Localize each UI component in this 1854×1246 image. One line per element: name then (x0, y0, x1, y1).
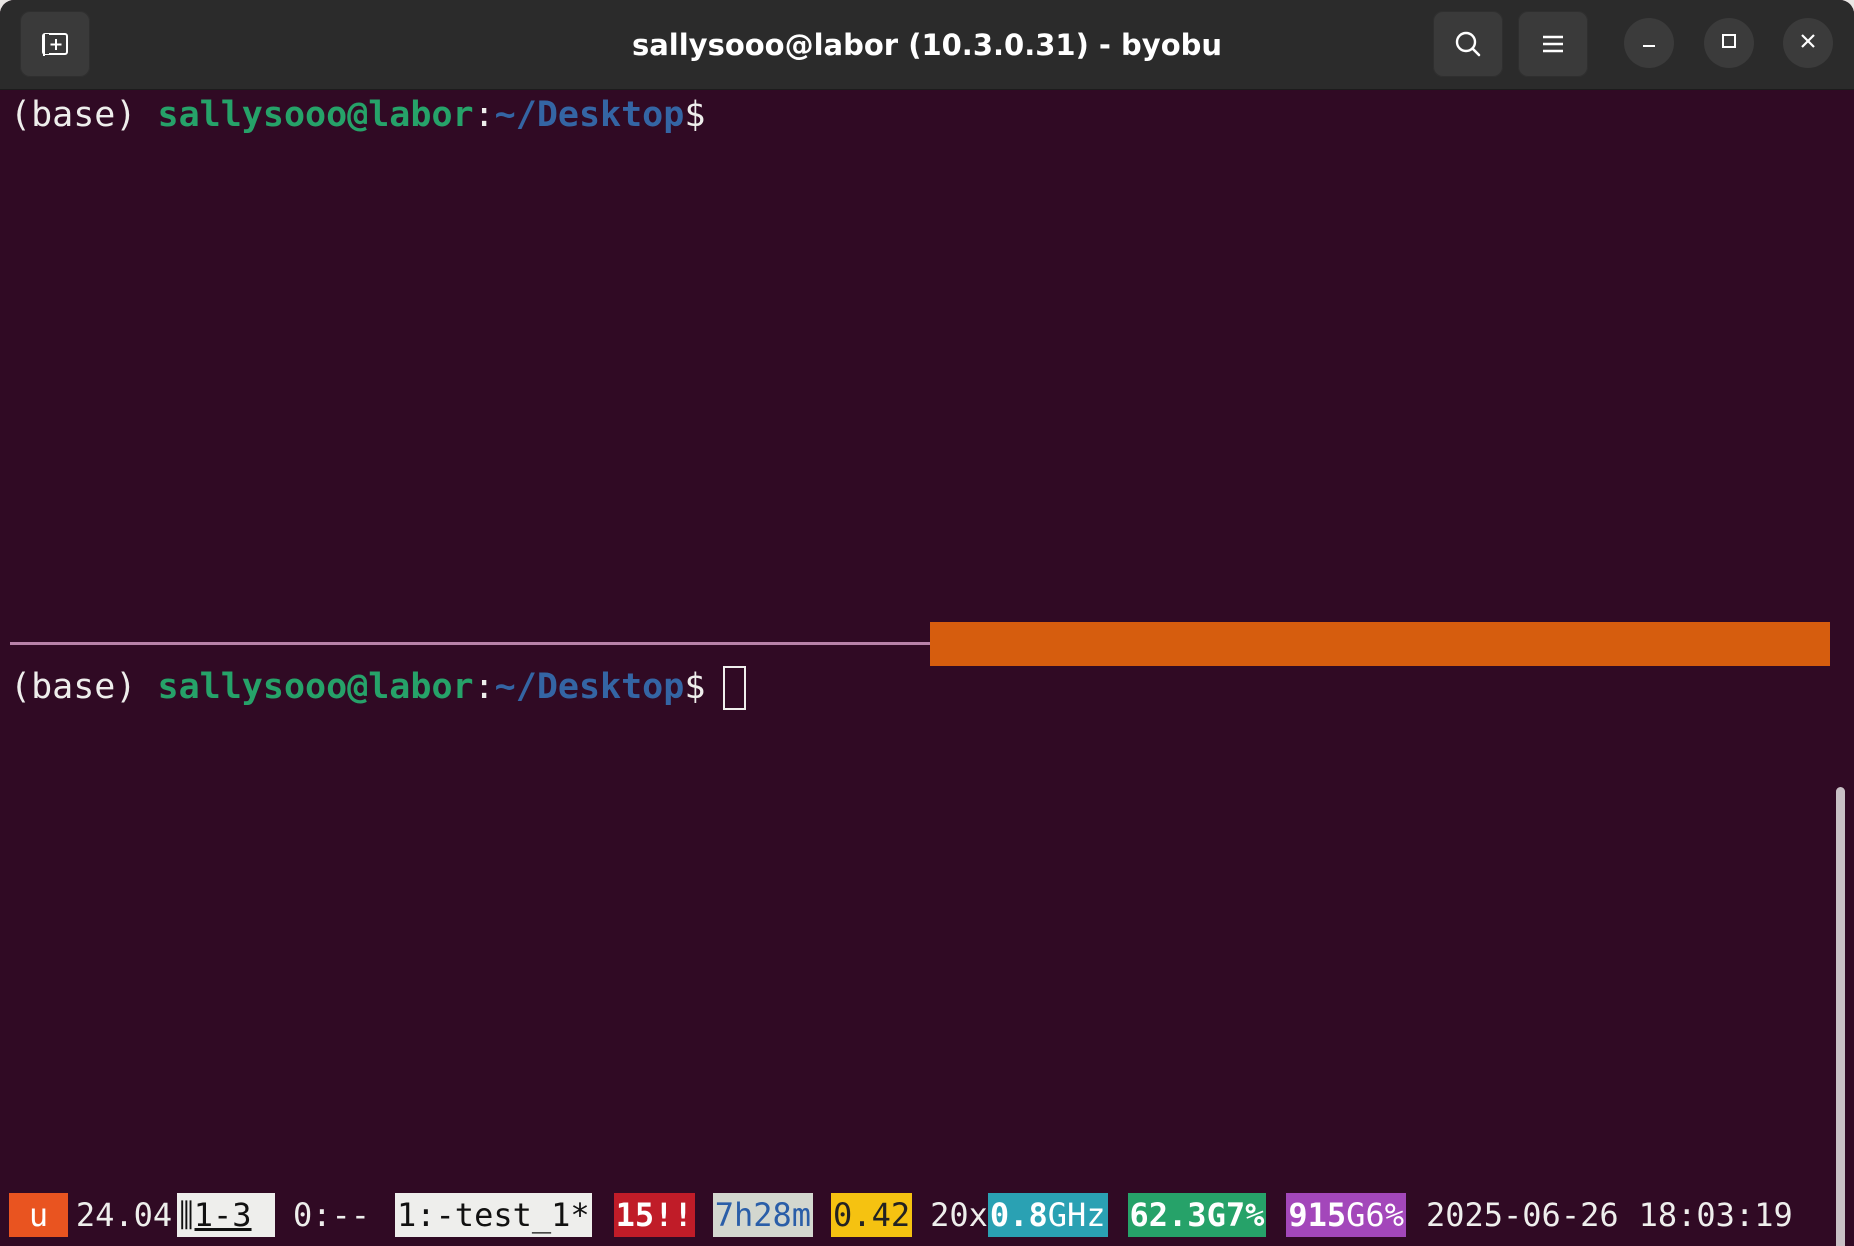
prompt-colon: : (473, 95, 495, 135)
window-tab-1[interactable]: 1:-test_1* (395, 1193, 592, 1237)
status-date: 2025-06-26 (1425, 1196, 1619, 1234)
menu-button[interactable] (1518, 11, 1588, 77)
window-tab-0[interactable]: 0:-- (293, 1193, 395, 1237)
hamburger-menu-icon (1540, 33, 1566, 55)
bottom-pane-prompt: (base) sallysooo@labor:~/Desktop$ (10, 662, 747, 712)
minimize-icon (1639, 31, 1659, 55)
scrollbar[interactable] (1836, 787, 1845, 1246)
uptime: 7h28m (712, 1193, 814, 1237)
status-time: 18:03:19 (1638, 1196, 1793, 1234)
minimize-button[interactable] (1624, 18, 1674, 68)
prompt-env: (base) (10, 667, 137, 707)
top-pane-prompt: (base) sallysooo@labor:~/Desktop$ (10, 90, 705, 140)
active-pane-indicator (930, 622, 1830, 666)
disk-usage-value: 915 (1288, 1196, 1347, 1234)
cpu-frequency: 0.8 GHz (987, 1193, 1108, 1237)
new-tab-button[interactable] (20, 11, 90, 77)
prompt-path: ~/Desktop (494, 95, 685, 135)
prompt-dollar: $ (684, 667, 706, 707)
byobu-status-bar: u 24.04 ⫼1-3 0:-- 1:-test_1* 15!! 7h28m … (9, 1193, 1829, 1237)
close-button[interactable] (1783, 18, 1833, 68)
close-icon (1798, 31, 1818, 55)
text-cursor[interactable] (723, 666, 747, 710)
ubuntu-logo-badge: u (9, 1193, 68, 1237)
prompt-user-host: sallysooo@labor (157, 667, 474, 707)
cpu-frequency-value: 0.8 (989, 1196, 1048, 1234)
release-version: 24.04 (75, 1196, 173, 1234)
prompt-colon: : (473, 667, 495, 707)
session-window-indicator[interactable]: ⫼1-3 (177, 1193, 275, 1237)
updates-available: 15!! (613, 1193, 695, 1237)
title-bar: sallysooo@labor (10.3.0.31) - byobu (0, 0, 1854, 90)
cpu-frequency-unit: GHz (1047, 1196, 1106, 1234)
disk-usage: 915 G6% (1286, 1193, 1406, 1237)
prompt-user-host: sallysooo@labor (157, 95, 474, 135)
cpu-count: 20x (930, 1196, 988, 1234)
prompt-path: ~/Desktop (494, 667, 685, 707)
pane-divider[interactable] (10, 642, 930, 645)
load-average: 0.42 (831, 1193, 913, 1237)
new-tab-icon (40, 30, 70, 58)
prompt-dollar: $ (684, 95, 706, 135)
terminal-area[interactable]: (base) sallysooo@labor:~/Desktop$ (base)… (0, 90, 1854, 1246)
disk-usage-rest: G6% (1346, 1196, 1404, 1234)
search-button[interactable] (1433, 11, 1503, 77)
maximize-button[interactable] (1704, 18, 1754, 68)
terminal-window: sallysooo@labor (10.3.0.31) - byobu (bas… (0, 0, 1854, 1246)
prompt-env: (base) (10, 95, 137, 135)
memory-usage: 62.3G7% (1127, 1193, 1267, 1237)
search-icon (1453, 29, 1483, 59)
maximize-icon (1719, 31, 1739, 55)
